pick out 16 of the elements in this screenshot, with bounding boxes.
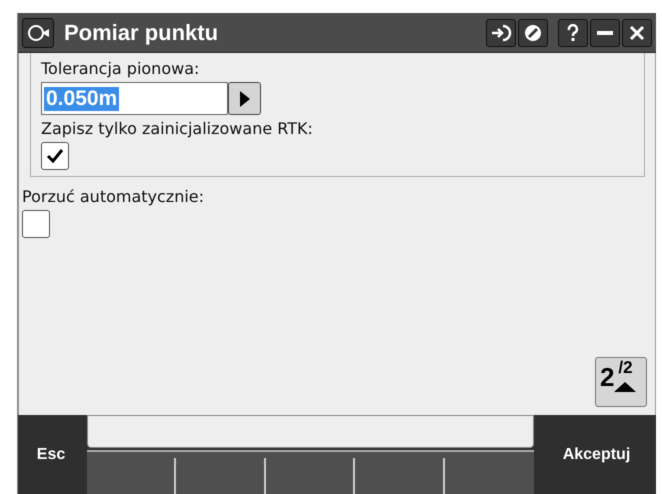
checkbox[interactable] [41,142,69,170]
arrow-button[interactable] [228,82,261,115]
field-label: Tolerancja pionowa: [41,59,200,78]
checkbox-label: Porzuć automatycznie: [22,187,206,206]
app-logo-icon[interactable] [22,18,54,48]
minimize-icon[interactable] [590,18,620,46]
no-entry-icon[interactable] [518,18,548,46]
checkbox[interactable] [22,210,50,238]
close-icon[interactable] [622,18,652,46]
window-title: Pomiar punktu [64,20,220,46]
login-icon[interactable] [486,18,516,46]
play-icon [240,90,250,106]
check-icon [46,148,64,164]
up-triangle-icon [614,382,636,392]
help-icon[interactable] [558,18,588,46]
checkbox-label: Zapisz tylko zainicjalizowane RTK: [41,119,314,138]
